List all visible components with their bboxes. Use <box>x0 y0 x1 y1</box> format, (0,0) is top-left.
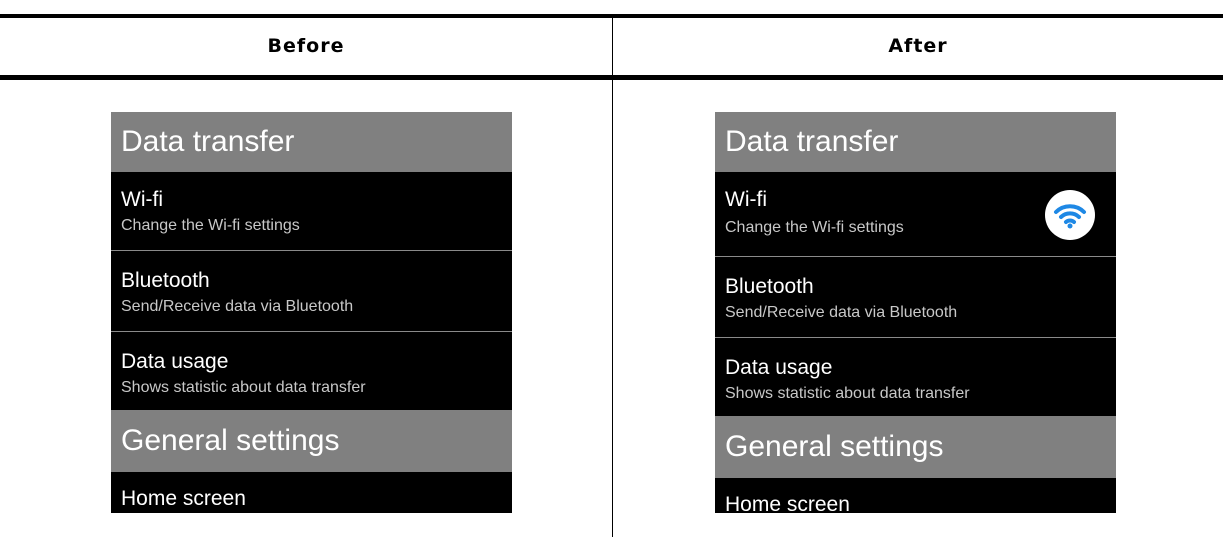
list-item-title: Home screen <box>725 493 850 513</box>
list-item-title: Data usage <box>121 350 229 373</box>
list-item-description: Send/Receive data via Bluetooth <box>725 304 958 321</box>
list-item-data-usage[interactable]: Data usage Shows statistic about data tr… <box>111 332 512 410</box>
list-item-wifi[interactable]: Wi-fi Change the Wi-fi settings <box>111 172 512 250</box>
list-item-home-screen[interactable]: Home screen <box>111 472 512 513</box>
list-item-title: Data usage <box>725 356 833 379</box>
section-header-general-settings: General settings <box>715 416 1116 478</box>
section-header-data-transfer: Data transfer <box>111 112 512 172</box>
list-item-title: Bluetooth <box>121 269 210 292</box>
list-item-wifi[interactable]: Wi-fi Change the Wi-fi settings <box>715 172 1116 256</box>
section-header-general-settings: General settings <box>111 410 512 472</box>
list-item-description: Shows statistic about data transfer <box>121 379 366 396</box>
wifi-icon <box>1045 190 1095 240</box>
list-item-description: Send/Receive data via Bluetooth <box>121 298 354 315</box>
list-item-description: Change the Wi-fi settings <box>725 219 904 236</box>
list-item-title: Bluetooth <box>725 275 814 298</box>
list-item-title: Wi-fi <box>121 188 163 211</box>
column-header-before: Before <box>267 35 345 57</box>
list-item-data-usage[interactable]: Data usage Shows statistic about data tr… <box>715 338 1116 416</box>
after-screen: Data transfer Wi-fi Change the Wi-fi set… <box>715 112 1116 513</box>
section-header-data-transfer: Data transfer <box>715 112 1116 172</box>
list-item-title: Home screen <box>121 487 246 510</box>
column-header-after: After <box>888 35 948 57</box>
column-divider <box>612 18 613 537</box>
list-item-description: Shows statistic about data transfer <box>725 385 970 402</box>
before-screen: Data transfer Wi-fi Change the Wi-fi set… <box>111 112 512 513</box>
list-item-home-screen[interactable]: Home screen <box>715 478 1116 513</box>
list-item-bluetooth[interactable]: Bluetooth Send/Receive data via Bluetoot… <box>111 251 512 331</box>
list-item-title: Wi-fi <box>725 188 767 211</box>
list-item-description: Change the Wi-fi settings <box>121 217 300 234</box>
list-item-bluetooth[interactable]: Bluetooth Send/Receive data via Bluetoot… <box>715 257 1116 337</box>
